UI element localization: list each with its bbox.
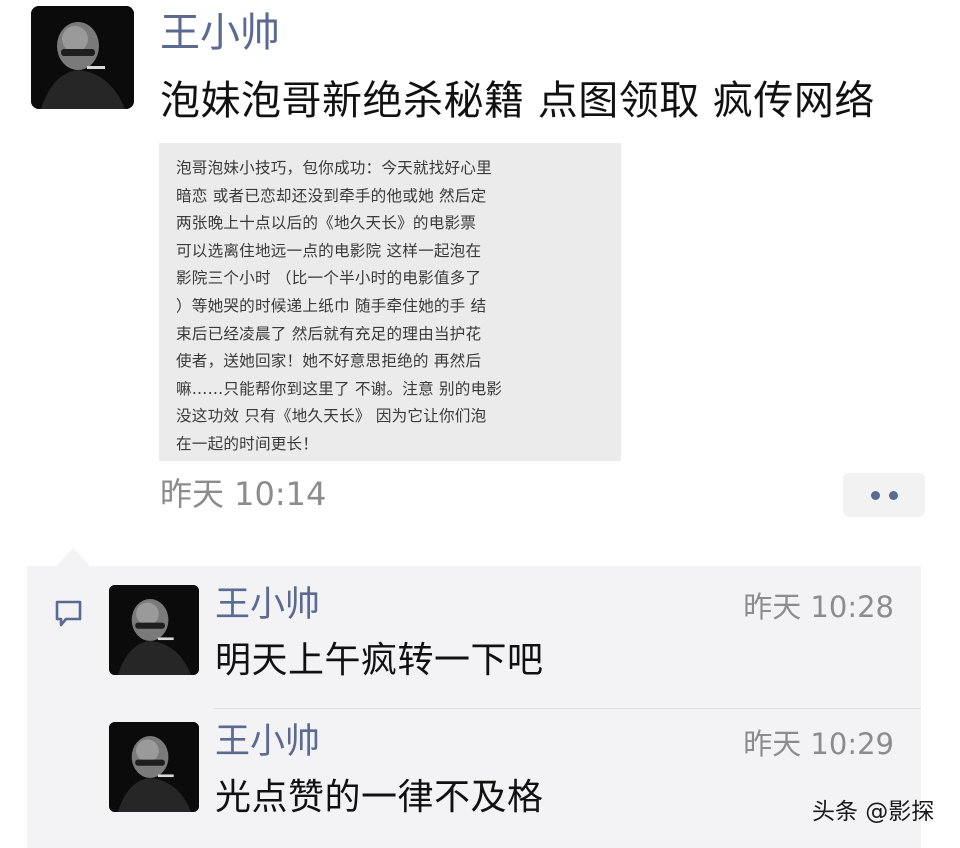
post-image-text-line: 可以选离住地远一点的电影院 这样一起泡在 [176, 241, 482, 260]
comments-pointer-arrow [56, 548, 90, 566]
post-image-text-line: 嘛……只能帮你到这里了 不谢。注意 别的电影 [176, 379, 503, 398]
comment-text: 光点赞的一律不及格 [215, 777, 544, 818]
post-image[interactable]: 泡哥泡妹小技巧，包你成功：今天就找好心里 暗恋 或者已恋却还没到牵手的他或她 然后… [159, 143, 621, 461]
post-text: 泡妹泡哥新绝杀秘籍 点图领取 疯传网络 [160, 78, 875, 124]
comment-timestamp: 昨天 10:28 [743, 590, 894, 624]
more-dots-icon[interactable] [843, 473, 925, 517]
commenter-avatar[interactable] [109, 585, 199, 675]
commenter-name[interactable]: 王小帅 [215, 582, 320, 628]
comment-text: 明天上午疯转一下吧 [215, 640, 544, 681]
watermark: 头条 @影探 [812, 799, 935, 825]
post-image-text-line: 两张晚上十点以后的《地久天长》的电影票 [176, 214, 477, 233]
dot [870, 490, 880, 500]
bald-man-avatar-image [109, 722, 199, 812]
commenter-name[interactable]: 王小帅 [215, 719, 320, 765]
post-image-text-line: ）等她哭的时候递上纸巾 随手牵住她的手 结 [176, 296, 487, 315]
comment-divider [213, 708, 921, 709]
post-image-text-line: 在一起的时间更长！ [176, 434, 319, 453]
post-image-text: 泡哥泡妹小技巧，包你成功：今天就找好心里 暗恋 或者已恋却还没到牵手的他或她 然后… [176, 155, 605, 459]
post-image-text-line: 影院三个小时 （比一个半小时的电影值多了 [176, 269, 482, 288]
post-image-text-line: 束后已经凌晨了 然后就有充足的理由当护花 [176, 324, 482, 343]
post-timestamp: 昨天 10:14 [160, 475, 327, 513]
bald-man-avatar-image [109, 585, 199, 675]
post-image-text-line: 暗恋 或者已恋却还没到牵手的他或她 然后定 [176, 186, 487, 205]
post-image-text-line: 泡哥泡妹小技巧，包你成功：今天就找好心里 [176, 159, 492, 177]
comment-timestamp: 昨天 10:29 [743, 727, 894, 761]
post-author-name[interactable]: 王小帅 [160, 6, 280, 60]
bald-man-avatar-image [31, 6, 134, 109]
post-image-text-line: 使者，送她回家！她不好意思拒绝的 再然后 [176, 352, 482, 371]
commenter-avatar[interactable] [109, 722, 199, 812]
moments-post-screen: 王小帅 泡妹泡哥新绝杀秘籍 点图领取 疯传网络 泡哥泡妹小技巧，包你成功：今天就… [0, 0, 960, 848]
comment-item[interactable]: 王小帅 昨天 10:28 明天上午疯转一下吧 [0, 585, 960, 721]
author-avatar[interactable] [31, 6, 134, 109]
dot [888, 490, 898, 500]
comment-item[interactable]: 王小帅 昨天 10:29 光点赞的一律不及格 [0, 722, 960, 848]
post-image-text-line: 没这功效 只有《地久天长》 因为它让你们泡 [176, 407, 487, 426]
